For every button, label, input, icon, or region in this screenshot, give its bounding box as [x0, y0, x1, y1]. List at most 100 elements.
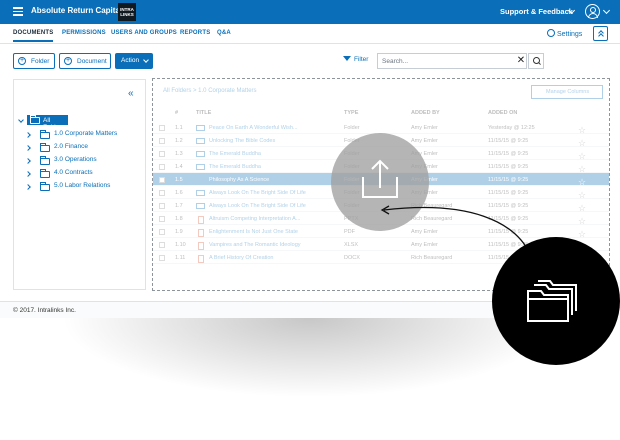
drop-shadow — [60, 318, 560, 398]
folder-icon — [40, 130, 50, 139]
filter-icon — [343, 56, 351, 61]
tab-documents[interactable]: DOCUMENTS — [13, 30, 53, 36]
folder-icon — [196, 163, 205, 170]
row-number: 1.6 — [175, 189, 183, 196]
row-checkbox[interactable] — [159, 202, 165, 209]
folder-icon — [40, 143, 50, 152]
user-avatar-icon[interactable] — [585, 4, 600, 19]
row-title[interactable]: Unlocking The Bible Codes — [209, 138, 275, 144]
row-title[interactable]: The Emerald Buddha — [209, 151, 261, 157]
folder-icon — [40, 182, 50, 191]
row-added-by: Amy Emler — [411, 241, 438, 248]
chevron-right-icon — [25, 145, 31, 151]
row-title[interactable]: Always Look On The Bright Side Of Life — [209, 190, 306, 196]
document-icon — [198, 228, 204, 237]
row-checkbox[interactable] — [159, 163, 165, 170]
tab-users-and-groups[interactable]: USERS AND GROUPS — [111, 30, 177, 36]
folder-icon — [40, 156, 50, 165]
intralinks-logo: INTRA LINKS — [118, 3, 136, 21]
add-folder-button[interactable]: + Folder — [13, 53, 55, 69]
collapse-panel-icon[interactable]: « — [128, 88, 134, 99]
row-type: Folder — [344, 124, 360, 131]
row-type: XLSX — [344, 241, 359, 248]
folder-icon — [196, 189, 205, 196]
row-title[interactable]: The Emerald Buddha — [209, 164, 261, 170]
row-checkbox[interactable] — [159, 254, 165, 261]
header-type[interactable]: TYPE — [344, 110, 358, 116]
folders-stack-icon — [527, 280, 577, 322]
folder-tree-panel: « All Folders 1.0 Corporate Matters 2.0 … — [13, 79, 146, 290]
tab-reports[interactable]: REPORTS — [180, 30, 210, 36]
header-added-on[interactable]: ADDED ON — [488, 110, 517, 116]
filter-button[interactable]: Filter — [343, 56, 368, 63]
header-added-by[interactable]: ADDED BY — [411, 110, 440, 116]
row-checkbox[interactable] — [159, 241, 165, 248]
document-icon — [198, 241, 204, 250]
document-icon — [198, 215, 204, 224]
chevron-right-icon — [25, 132, 31, 138]
document-icon — [198, 254, 204, 263]
row-number: 1.11 — [175, 254, 186, 261]
plus-icon: + — [18, 57, 26, 65]
header-num: # — [175, 110, 179, 116]
row-checkbox[interactable] — [159, 150, 165, 157]
dragged-folders-indicator — [492, 237, 620, 365]
settings-button[interactable]: Settings — [547, 29, 582, 38]
row-number: 1.9 — [175, 228, 183, 235]
manage-columns-button[interactable]: Manage Columns — [531, 85, 603, 99]
header-title[interactable]: TITLE — [196, 110, 211, 116]
folder-icon — [196, 150, 205, 157]
row-number: 1.1 — [175, 124, 183, 131]
row-title[interactable]: Altruism Competing Interpretation A... — [209, 216, 300, 222]
row-added-on: 11/15/15 @ 9:25 — [488, 137, 529, 144]
row-checkbox[interactable] — [159, 228, 165, 235]
row-checkbox[interactable] — [159, 176, 165, 183]
add-document-button[interactable]: + Document — [59, 53, 111, 69]
app-title: Absolute Return Capital — [31, 6, 123, 15]
row-title[interactable]: Vampires and The Romantic Ideology — [209, 242, 301, 248]
breadcrumb: All Folders > 1.0 Corporate Matters — [163, 88, 257, 94]
search-input[interactable]: Search... — [377, 53, 527, 69]
chevron-down-icon[interactable] — [602, 6, 611, 15]
collapse-header-button[interactable] — [593, 26, 608, 41]
chevron-right-icon — [25, 158, 31, 164]
row-title[interactable]: Always Look On The Bright Side Of Life — [209, 203, 306, 209]
clear-search-icon[interactable]: ✕ — [514, 53, 528, 69]
row-title[interactable]: Peace On Earth A Wonderful Wish... — [209, 125, 298, 131]
chevron-right-icon — [25, 184, 31, 190]
row-added-on: 11/15/15 @ 9:25 — [488, 215, 529, 222]
row-title[interactable]: Philosophy As A Science — [209, 177, 269, 183]
row-title[interactable]: Enlightenment Is Not Just One State — [209, 229, 298, 235]
row-added-on: Yesterday @ 12:25 — [488, 124, 535, 131]
row-checkbox[interactable] — [159, 215, 165, 222]
nav-tabs: DOCUMENTS PERMISSIONS USERS AND GROUPS R… — [0, 24, 620, 44]
row-added-on: 11/15/15 @ 9:25 — [488, 202, 529, 209]
tab-permissions[interactable]: PERMISSIONS — [62, 30, 106, 36]
row-checkbox[interactable] — [159, 124, 165, 131]
hamburger-menu-icon[interactable] — [13, 7, 23, 16]
top-bar: Absolute Return Capital INTRA LINKS Suppo… — [0, 0, 620, 24]
row-checkbox[interactable] — [159, 137, 165, 144]
row-added-on: 11/15/15 @ 9:25 — [488, 189, 529, 196]
row-added-by: Rich Beauregard — [411, 254, 453, 261]
chevron-down-icon — [18, 117, 24, 123]
row-added-on: 11/15/15 @ 9:25 — [488, 163, 529, 170]
search-icon[interactable] — [528, 53, 544, 69]
row-type: DOCX — [344, 254, 360, 261]
action-dropdown[interactable]: Action — [115, 53, 153, 69]
row-number: 1.2 — [175, 137, 183, 144]
row-added-on: 11/15/15 @ 9:25 — [488, 228, 529, 235]
gear-icon — [547, 29, 555, 37]
row-number: 1.3 — [175, 150, 183, 157]
folder-icon — [40, 169, 50, 178]
row-added-on: 11/15/15 @ 9:25 — [488, 150, 529, 157]
support-feedback-menu[interactable]: Support & Feedback — [500, 7, 573, 16]
row-added-on: 11/15/15 @ 9:25 — [488, 176, 529, 183]
tab-qa[interactable]: Q&A — [217, 30, 231, 36]
row-number: 1.8 — [175, 215, 183, 222]
row-checkbox[interactable] — [159, 189, 165, 196]
folder-icon — [196, 176, 205, 183]
row-title[interactable]: A Brief History Of Creation — [209, 255, 274, 261]
row-number: 1.10 — [175, 241, 186, 248]
chevron-down-icon — [143, 57, 149, 63]
